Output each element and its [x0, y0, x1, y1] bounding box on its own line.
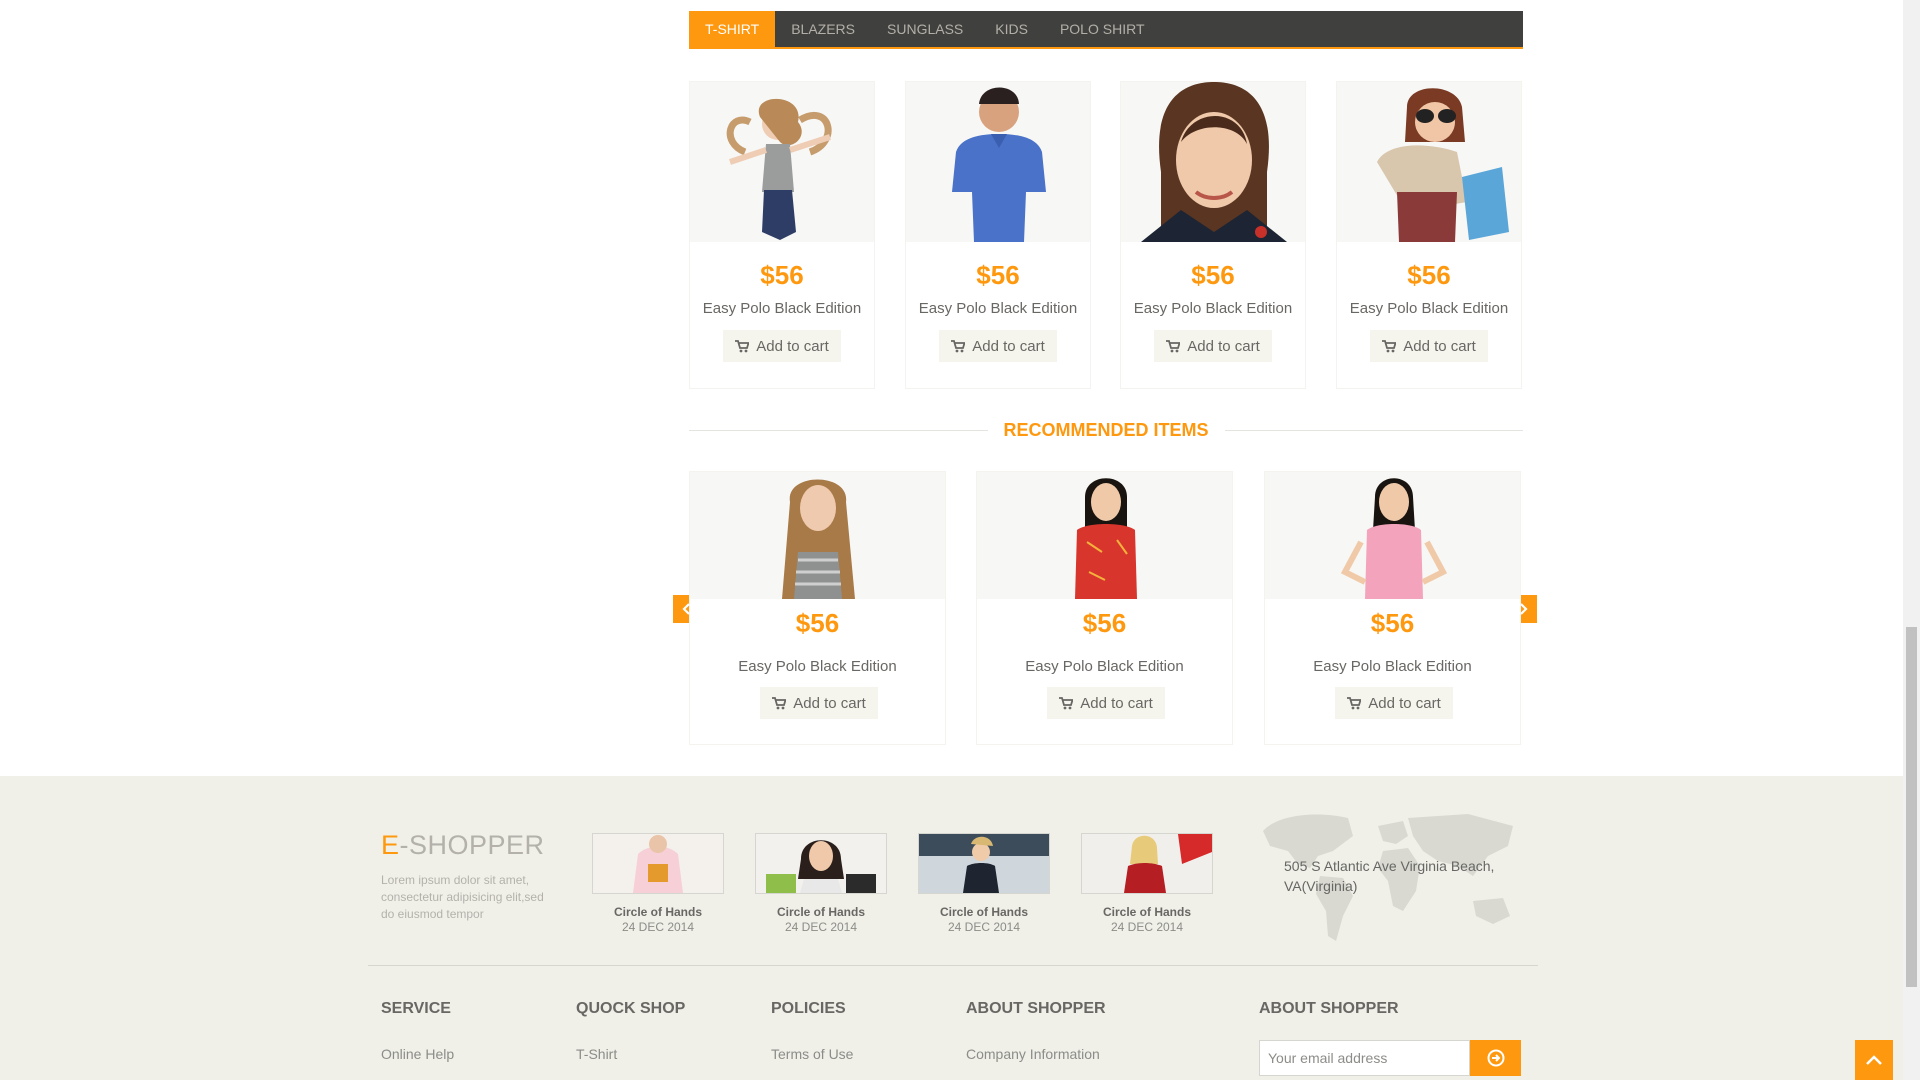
- add-to-cart-label: Add to cart: [756, 337, 829, 355]
- chevron-up-icon: [1866, 1055, 1882, 1065]
- footer-address: 505 S Atlantic Ave Virginia Beach, VA(Vi…: [1284, 858, 1495, 894]
- recommended-heading: RECOMMENDED ITEMS: [689, 418, 1523, 442]
- footer-col-policies-heading: POLICIES: [771, 1000, 846, 1017]
- product-name: Easy Polo Black Edition: [1025, 658, 1184, 675]
- logo-rest: -SHOPPER: [399, 830, 545, 860]
- scroll-to-top-button[interactable]: [1855, 1040, 1893, 1080]
- recommended-card: $56 Easy Polo Black Edition Add to cart: [976, 471, 1233, 745]
- product-image: [690, 82, 874, 242]
- product-price: $56: [1191, 260, 1235, 290]
- cart-icon: [1059, 696, 1074, 709]
- product-price: $56: [1370, 608, 1415, 638]
- footer-bottom: [0, 967, 1920, 1080]
- footer-col-quick-shop-heading: QUOCK SHOP: [576, 1000, 686, 1017]
- tab-polo-shirt[interactable]: POLO SHIRT: [1044, 11, 1161, 47]
- product-card: $56 Easy Polo Black Edition Add to cart: [905, 81, 1091, 389]
- product-card: $56 Easy Polo Black Edition Add to cart: [1120, 81, 1306, 389]
- product-image: [690, 472, 945, 599]
- add-to-cart-label: Add to cart: [793, 694, 866, 712]
- footer-link-terms-of-use[interactable]: Terms of Use: [771, 1046, 853, 1062]
- video-date: 24 DEC 2014: [621, 920, 695, 934]
- product-price: $56: [795, 608, 840, 638]
- add-to-cart-label: Add to cart: [1080, 694, 1153, 712]
- add-to-cart-button[interactable]: Add to cart: [939, 330, 1057, 362]
- add-to-cart-button[interactable]: Add to cart: [1154, 330, 1272, 362]
- footer-divider: [368, 965, 1538, 966]
- video-thumbnail[interactable]: [918, 833, 1050, 894]
- add-to-cart-button[interactable]: Add to cart: [760, 687, 878, 719]
- video-thumbnail[interactable]: [592, 833, 724, 894]
- video-date: 24 DEC 2014: [947, 920, 1021, 934]
- video-date: 24 DEC 2014: [784, 920, 858, 934]
- video-thumbnail[interactable]: [755, 833, 887, 894]
- tab-t-shirt[interactable]: T-SHIRT: [689, 11, 776, 47]
- footer-link-online-help[interactable]: Online Help: [381, 1046, 454, 1062]
- add-to-cart-label: Add to cart: [972, 337, 1045, 355]
- video-title: Circle of Hands: [613, 905, 703, 919]
- product-image: [1121, 82, 1305, 242]
- newsletter-email-input[interactable]: [1259, 1040, 1470, 1076]
- tab-sunglass[interactable]: SUNGLASS: [871, 11, 979, 47]
- footer-about-text: Lorem ipsum dolor sit amet, consectetur …: [381, 873, 544, 921]
- arrow-circle-right-icon: [1487, 1049, 1504, 1067]
- tab-blazers[interactable]: BLAZERS: [775, 11, 871, 47]
- add-to-cart-label: Add to cart: [1403, 337, 1476, 355]
- footer-col-newsletter-heading: ABOUT SHOPPER: [1259, 1000, 1399, 1017]
- footer-col-service-heading: SERVICE: [381, 1000, 451, 1017]
- add-to-cart-button[interactable]: Add to cart: [1370, 330, 1488, 362]
- product-image: [1265, 472, 1520, 599]
- product-name: Easy Polo Black Edition: [1349, 300, 1509, 317]
- product-name: Easy Polo Black Edition: [738, 658, 897, 675]
- cart-icon: [951, 339, 966, 352]
- product-price: $56: [1082, 608, 1127, 638]
- cart-icon: [1166, 339, 1181, 352]
- add-to-cart-label: Add to cart: [1368, 694, 1441, 712]
- product-price: $56: [1407, 260, 1451, 290]
- recommended-title: RECOMMENDED ITEMS: [1003, 419, 1209, 440]
- footer-logo[interactable]: E-SHOPPER: [381, 830, 545, 861]
- product-image: [906, 82, 1090, 242]
- recommended-card: $56 Easy Polo Black Edition Add to cart: [689, 471, 946, 745]
- recommended-card: $56 Easy Polo Black Edition Add to cart: [1264, 471, 1521, 745]
- footer-link-company-information[interactable]: Company Information: [966, 1046, 1100, 1062]
- cart-icon: [1382, 339, 1397, 352]
- product-price: $56: [976, 260, 1020, 290]
- tab-kids[interactable]: KIDS: [979, 11, 1044, 47]
- category-tabs: T-SHIRT BLAZERS SUNGLASS KIDS POLO SHIRT: [689, 11, 1523, 49]
- add-to-cart-button[interactable]: Add to cart: [1335, 687, 1453, 719]
- product-name: Easy Polo Black Edition: [1133, 300, 1293, 317]
- video-thumbnail[interactable]: [1081, 833, 1213, 894]
- product-image: [977, 472, 1232, 599]
- product-name: Easy Polo Black Edition: [918, 300, 1078, 317]
- newsletter-subscribe-button[interactable]: [1470, 1040, 1521, 1076]
- add-to-cart-button[interactable]: Add to cart: [723, 330, 841, 362]
- footer-col-about-heading: ABOUT SHOPPER: [966, 1000, 1106, 1017]
- product-image: [1337, 82, 1521, 242]
- page: T-SHIRT BLAZERS SUNGLASS KIDS POLO SHIRT…: [0, 0, 1920, 1080]
- video-title: Circle of Hands: [939, 905, 1029, 919]
- video-title: Circle of Hands: [1102, 905, 1192, 919]
- product-card: $56 Easy Polo Black Edition Add to cart: [1336, 81, 1522, 389]
- scrollbar-thumb[interactable]: [1906, 627, 1917, 987]
- cart-icon: [1347, 696, 1362, 709]
- cart-icon: [772, 696, 787, 709]
- footer-link-t-shirt[interactable]: T-Shirt: [576, 1046, 617, 1062]
- add-to-cart-button[interactable]: Add to cart: [1047, 687, 1165, 719]
- add-to-cart-label: Add to cart: [1187, 337, 1260, 355]
- product-name: Easy Polo Black Edition: [1313, 658, 1472, 675]
- cart-icon: [735, 339, 750, 352]
- video-title: Circle of Hands: [776, 905, 866, 919]
- product-card: $56 Easy Polo Black Edition Add to cart: [689, 81, 875, 389]
- logo-e: E: [381, 830, 400, 860]
- product-price: $56: [760, 260, 804, 290]
- product-name: Easy Polo Black Edition: [702, 300, 862, 317]
- video-date: 24 DEC 2014: [1110, 920, 1184, 934]
